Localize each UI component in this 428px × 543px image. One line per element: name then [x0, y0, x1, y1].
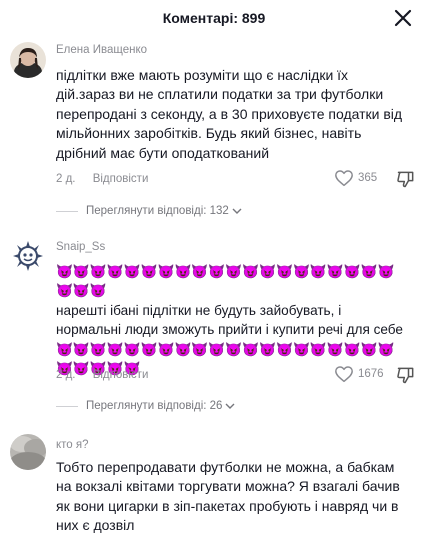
- avatar[interactable]: [10, 434, 46, 470]
- comment-text: Тобто перепродавати футболки не можна, а…: [56, 459, 404, 534]
- comment-item: кто я? Тобто перепродавати футболки не м…: [0, 0, 428, 543]
- comment-username[interactable]: кто я?: [56, 439, 89, 451]
